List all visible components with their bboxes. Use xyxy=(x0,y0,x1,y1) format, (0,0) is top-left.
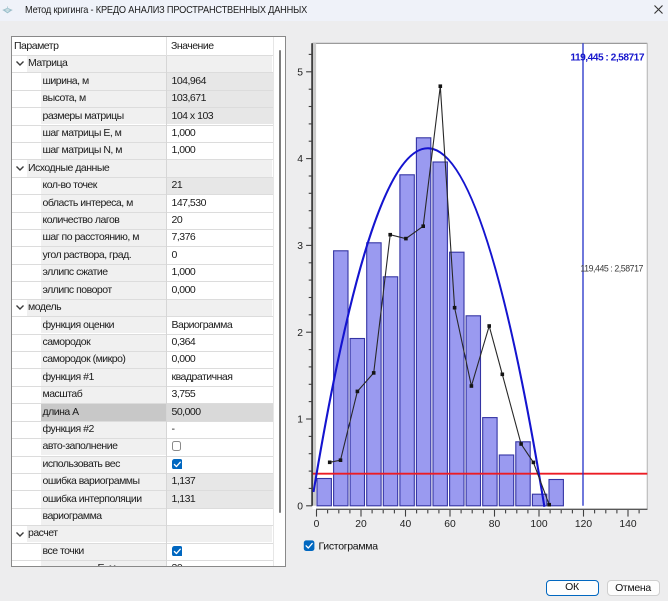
svg-text:0: 0 xyxy=(314,519,320,530)
svg-text:100: 100 xyxy=(530,519,547,530)
svg-text:119,445 : 2,58717: 119,445 : 2,58717 xyxy=(570,53,644,64)
svg-text:5: 5 xyxy=(297,67,303,78)
svg-text:1: 1 xyxy=(297,415,303,426)
svg-text:3: 3 xyxy=(297,241,303,252)
svg-text:80: 80 xyxy=(489,519,501,530)
svg-text:40: 40 xyxy=(400,519,412,530)
svg-text:20: 20 xyxy=(355,519,367,530)
svg-text:0: 0 xyxy=(297,501,303,512)
svg-text:2: 2 xyxy=(297,328,303,339)
svg-text:60: 60 xyxy=(444,519,456,530)
svg-text:Гистограмма: Гистограмма xyxy=(319,541,379,553)
svg-text:140: 140 xyxy=(619,519,636,530)
svg-text:4: 4 xyxy=(297,154,303,165)
svg-text:120: 120 xyxy=(575,519,592,530)
svg-text:119,445 : 2,58717: 119,445 : 2,58717 xyxy=(580,264,643,274)
